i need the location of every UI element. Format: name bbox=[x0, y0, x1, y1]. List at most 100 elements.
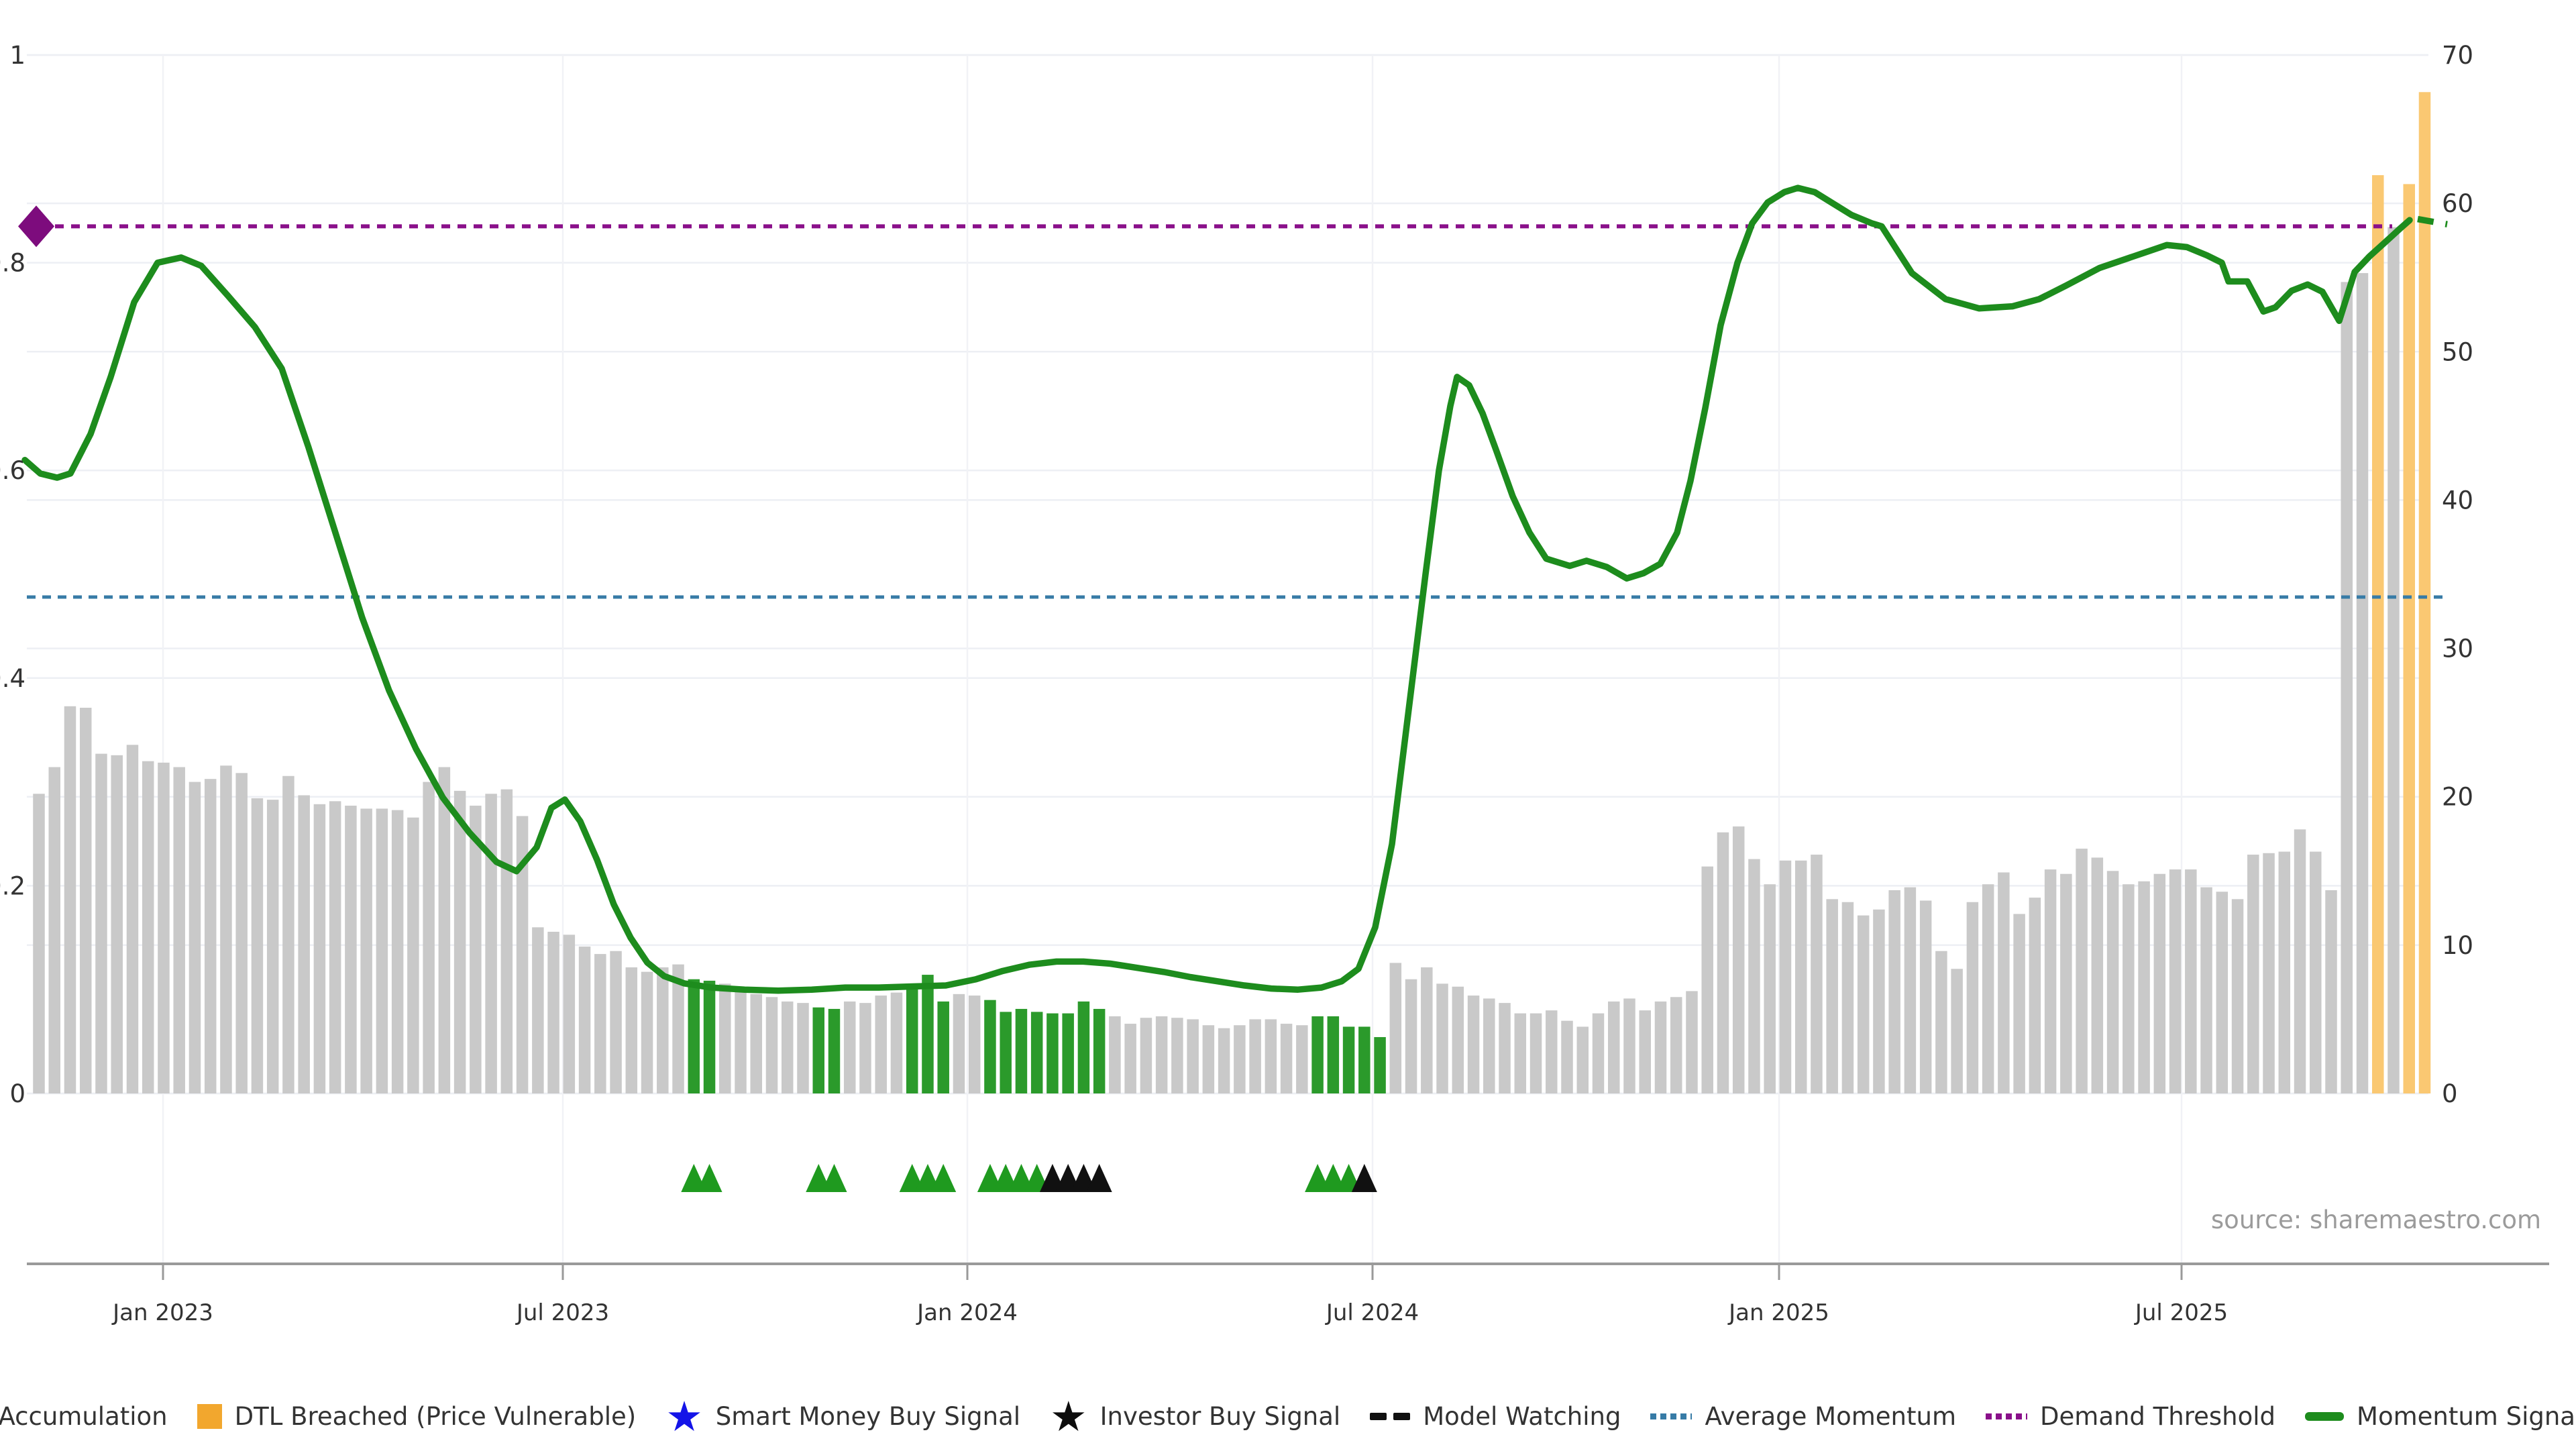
legend-item-momentum-signal: Momentum Signal bbox=[2305, 1402, 2576, 1431]
close-price-bar bbox=[953, 994, 965, 1093]
source-credit: source: sharemaestro.com bbox=[2211, 1205, 2541, 1234]
close-price-bar bbox=[891, 993, 903, 1093]
right-axis-tick-label: 60 bbox=[2442, 189, 2473, 218]
close-price-bar bbox=[1249, 1019, 1261, 1093]
close-price-bar bbox=[314, 804, 326, 1093]
close-price-bar bbox=[1140, 1018, 1152, 1093]
close-price-bar bbox=[80, 708, 92, 1093]
close-price-bar bbox=[439, 767, 451, 1093]
close-price-bar bbox=[1811, 855, 1823, 1093]
close-price-bar bbox=[407, 818, 419, 1093]
close-price-bar bbox=[2107, 871, 2119, 1093]
close-price-bar bbox=[2325, 890, 2337, 1093]
accumulation-bar bbox=[1311, 1016, 1324, 1093]
close-price-bar bbox=[969, 996, 981, 1093]
close-price-bar bbox=[1171, 1018, 1183, 1093]
close-price-bar bbox=[1655, 1002, 1667, 1093]
legend-item-model-watching: Model Watching bbox=[1370, 1402, 1621, 1431]
close-price-bar bbox=[1468, 996, 1480, 1093]
close-price-bar bbox=[173, 767, 185, 1093]
close-price-bar bbox=[1717, 833, 1729, 1093]
close-price-bar bbox=[532, 927, 544, 1093]
close-price-bar bbox=[298, 796, 310, 1093]
close-price-bar bbox=[2123, 884, 2135, 1093]
close-price-bar bbox=[95, 754, 107, 1093]
close-price-bar bbox=[1733, 826, 1745, 1093]
black-star-icon: ★ bbox=[1050, 1403, 1087, 1430]
close-price-bar bbox=[1873, 910, 1885, 1093]
close-price-bar bbox=[626, 967, 638, 1093]
close-price-bar bbox=[1686, 991, 1698, 1093]
close-price-bar bbox=[345, 806, 357, 1093]
legend-item-average-momentum: Average Momentum bbox=[1650, 1402, 1956, 1431]
close-price-bar bbox=[2294, 829, 2306, 1093]
close-price-bar bbox=[2357, 273, 2369, 1093]
close-price-bar bbox=[1421, 967, 1433, 1093]
close-price-bar bbox=[1405, 979, 1417, 1093]
right-axis-tick-label: 40 bbox=[2442, 486, 2473, 515]
close-price-bar bbox=[1935, 951, 1947, 1093]
accumulation-bar bbox=[1078, 1002, 1090, 1093]
close-price-bar bbox=[579, 947, 591, 1093]
close-price-bar bbox=[2092, 857, 2104, 1093]
accumulation-bar bbox=[1031, 1012, 1043, 1093]
close-price-bar bbox=[1748, 859, 1760, 1093]
close-price-bar bbox=[2154, 874, 2166, 1093]
close-price-bar bbox=[547, 932, 559, 1093]
right-axis-tick-label: 0 bbox=[2442, 1079, 2458, 1108]
close-price-bar bbox=[2341, 282, 2353, 1093]
accumulation-bar bbox=[922, 975, 934, 1093]
blue-dotted-line-icon bbox=[1650, 1413, 1692, 1419]
close-price-bar bbox=[33, 794, 45, 1093]
close-price-bar bbox=[1296, 1025, 1308, 1093]
close-price-bar bbox=[1483, 998, 1495, 1093]
legend-item-demand-threshold: Demand Threshold bbox=[1986, 1402, 2275, 1431]
left-axis-tick-label: 0.6 bbox=[0, 456, 25, 485]
accumulation-bar bbox=[1016, 1009, 1028, 1093]
close-price-bar bbox=[1156, 1016, 1168, 1093]
legend-label: Smart Money Buy Signal bbox=[716, 1402, 1020, 1431]
close-price-bar bbox=[1436, 983, 1448, 1093]
demand-threshold-diamond-icon bbox=[18, 205, 54, 247]
close-price-bar bbox=[205, 779, 217, 1093]
close-price-bar bbox=[1888, 890, 1900, 1093]
accumulation-triangle-icon bbox=[930, 1164, 956, 1192]
close-price-bar bbox=[1577, 1026, 1589, 1093]
close-price-bar bbox=[2185, 869, 2197, 1093]
accumulation-bar bbox=[1000, 1012, 1012, 1093]
right-axis-tick-label: 70 bbox=[2442, 41, 2473, 70]
dtl-breached-bar bbox=[2372, 175, 2384, 1093]
close-price-bar bbox=[111, 755, 123, 1093]
close-price-bar bbox=[189, 782, 201, 1093]
accumulation-bar bbox=[1374, 1037, 1386, 1093]
legend-label: Demand Threshold bbox=[2040, 1402, 2275, 1431]
legend-item-smart-money-buy: ★ Smart Money Buy Signal bbox=[665, 1402, 1020, 1431]
close-price-bar bbox=[1109, 1016, 1121, 1093]
legend-label: Accumulation bbox=[0, 1402, 168, 1431]
close-price-bar bbox=[782, 1002, 794, 1093]
left-axis-tick-label: 0.2 bbox=[0, 871, 25, 900]
close-price-bar bbox=[360, 808, 372, 1093]
right-axis-tick-label: 10 bbox=[2442, 931, 2473, 960]
x-axis-tick-label: Jan 2025 bbox=[1727, 1299, 1829, 1326]
accumulation-triangle-icon bbox=[821, 1164, 847, 1192]
chart-legend: Close Price Accumulation DTL Breached (P… bbox=[0, 1402, 2576, 1431]
close-price-bar bbox=[142, 761, 154, 1093]
close-price-bar bbox=[376, 808, 388, 1093]
close-price-bar bbox=[610, 951, 622, 1093]
close-price-bar bbox=[1639, 1010, 1651, 1093]
chart-plot-area: Jan 2023Jul 2023Jan 2024Jul 2024Jan 2025… bbox=[0, 0, 2576, 1449]
close-price-bar bbox=[48, 767, 60, 1093]
close-price-bar bbox=[1515, 1014, 1527, 1093]
close-price-bar bbox=[1780, 861, 1792, 1093]
dtl-breached-swatch-icon bbox=[197, 1404, 222, 1429]
close-price-bar bbox=[1701, 867, 1713, 1093]
accumulation-bar bbox=[828, 1009, 841, 1093]
close-price-bar bbox=[2200, 888, 2212, 1093]
legend-item-investor-buy: ★ Investor Buy Signal bbox=[1050, 1402, 1340, 1431]
close-price-bar bbox=[1858, 916, 1870, 1093]
legend-label: Model Watching bbox=[1423, 1402, 1621, 1431]
left-axis-tick-label: 0 bbox=[9, 1079, 25, 1108]
accumulation-bar bbox=[906, 987, 918, 1093]
legend-item-accumulation-bar: Accumulation bbox=[0, 1402, 168, 1431]
